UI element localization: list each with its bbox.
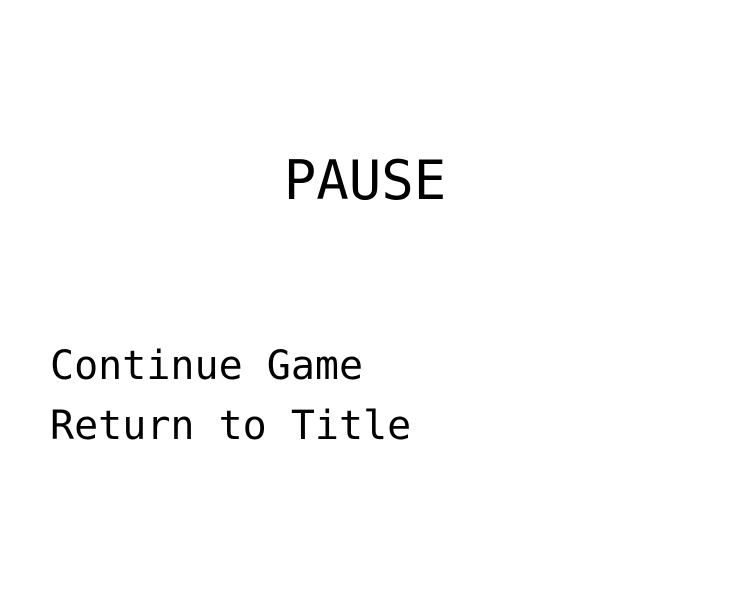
- pause-menu: Continue Game Return to Title: [50, 336, 411, 456]
- return-to-title-option[interactable]: Return to Title: [50, 396, 411, 456]
- continue-game-option[interactable]: Continue Game: [50, 336, 411, 396]
- pause-title: PAUSE: [283, 149, 447, 212]
- pause-screen: PAUSE Continue Game Return to Title: [0, 0, 750, 600]
